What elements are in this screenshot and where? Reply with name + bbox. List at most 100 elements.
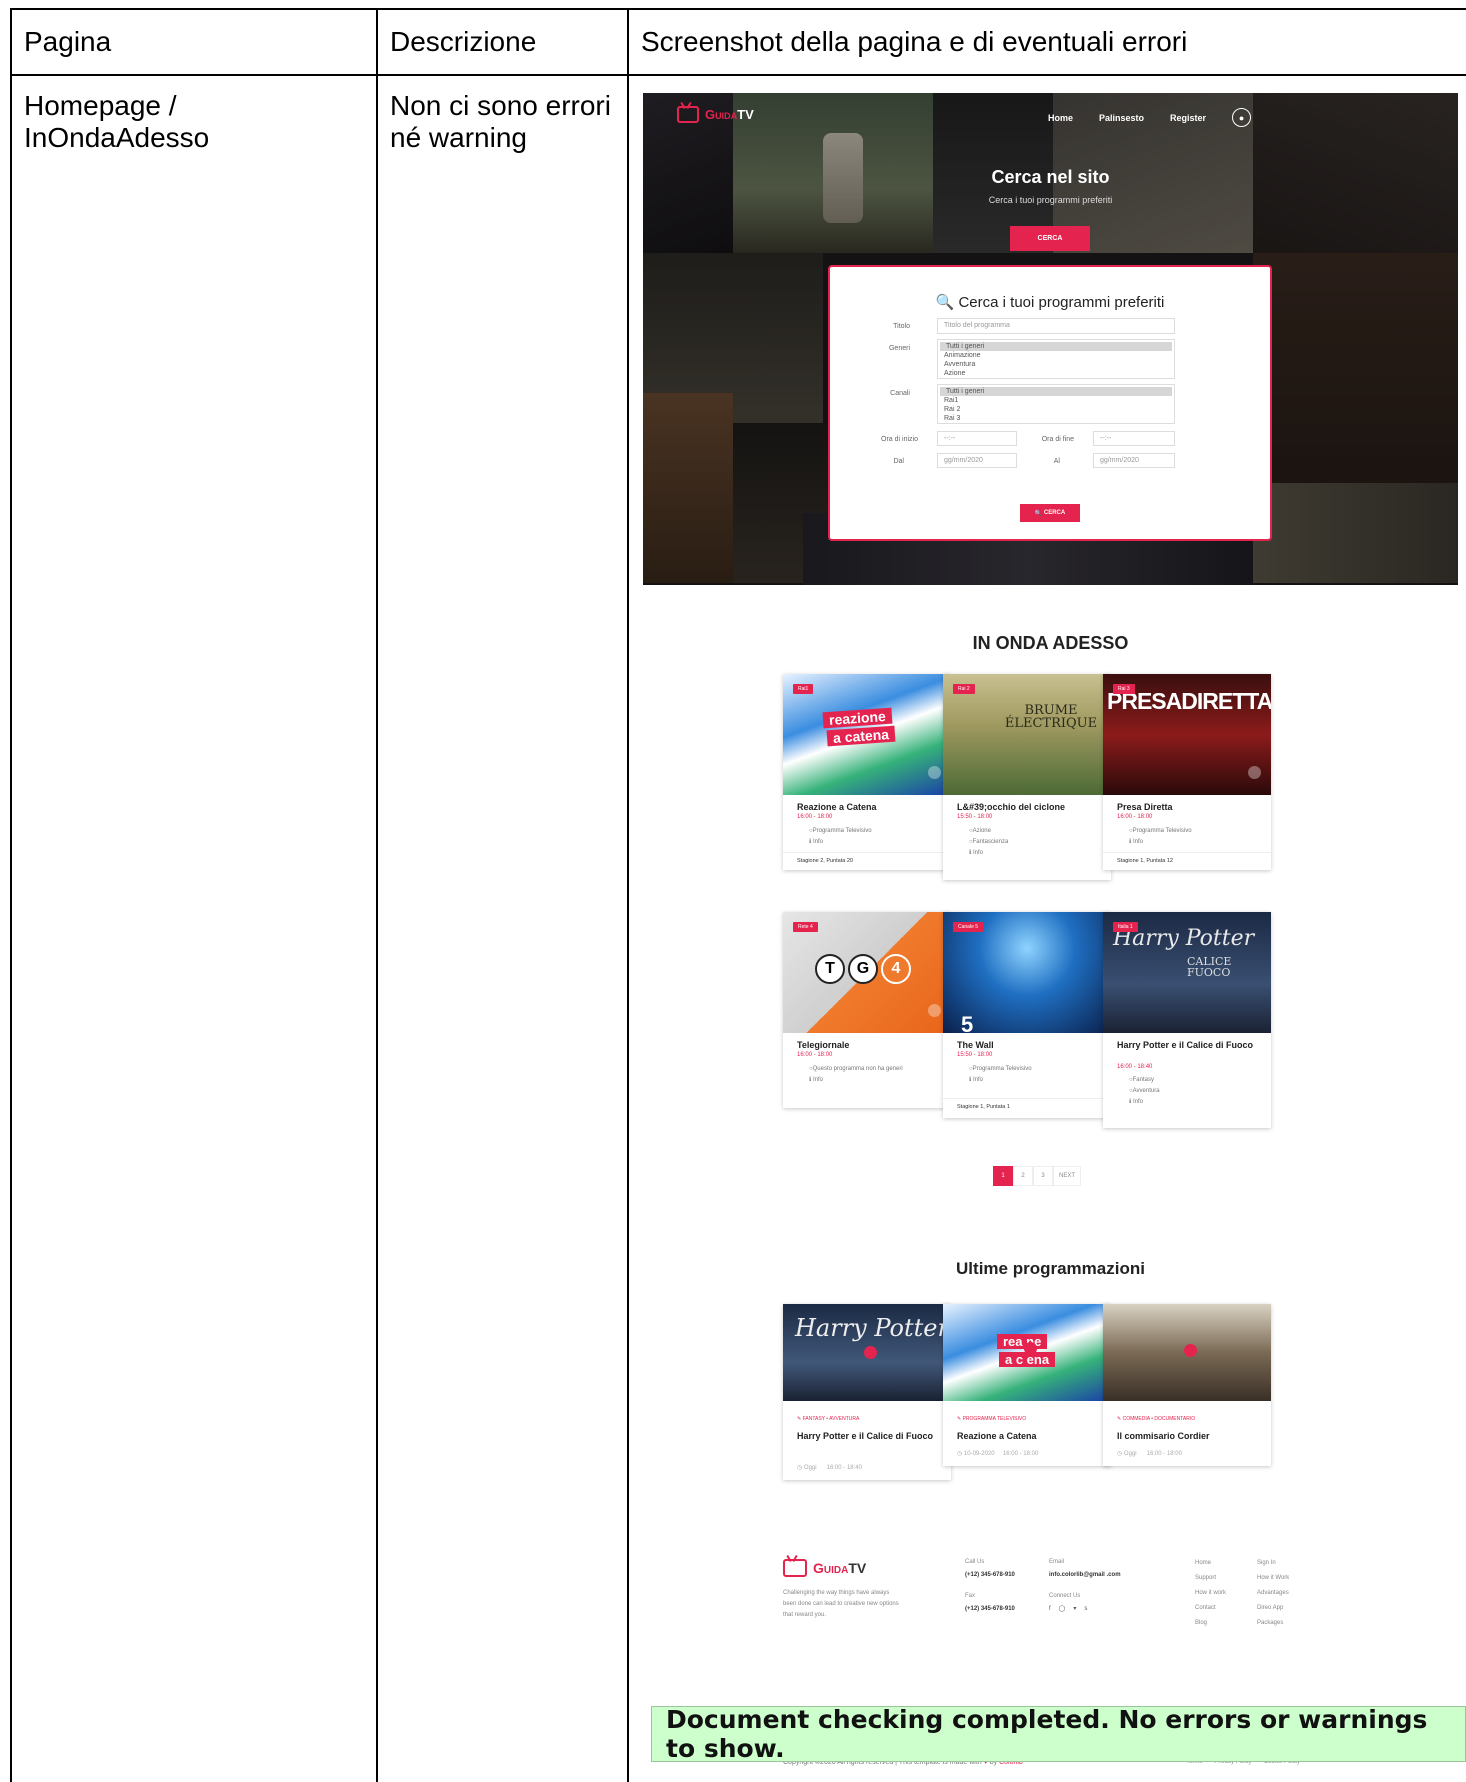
program-card[interactable]: Harry Potter CALICE FUOCO Italia 1 Harry … (1103, 912, 1271, 1128)
user-icon[interactable]: ● (1232, 108, 1252, 127)
genre-option[interactable]: Avventura (938, 360, 1174, 369)
program-card[interactable]: 5 Canale 5 The Wall 15:50 - 18:00 ○Progr… (943, 912, 1111, 1118)
latest-card[interactable]: Harry Potter ✎ FANTASY • AVVENTURA Harry… (783, 1304, 951, 1480)
end-time-label: Ora di fine (1041, 436, 1074, 443)
to-date-input[interactable]: gg/mm/2020 (1093, 453, 1175, 468)
page-next[interactable]: NEXT (1053, 1166, 1082, 1186)
cell-description: Non ci sono errori né warning (390, 90, 611, 153)
channel-option[interactable]: Rai1 (938, 396, 1174, 405)
table-column-divider-2 (627, 8, 629, 1782)
zoom-icon[interactable] (1248, 766, 1261, 779)
latest-category: ✎ PROGRAMMA TELEVISIVO (957, 1416, 1027, 1422)
zoom-icon[interactable] (928, 766, 941, 779)
footer-link[interactable]: Support (1195, 1571, 1226, 1586)
footer-link[interactable]: How it Work (1257, 1571, 1289, 1586)
zoom-icon[interactable] (928, 1004, 941, 1017)
footer-link[interactable]: Advantages (1257, 1586, 1289, 1601)
footer-email: Email info.colorlib@gmail .com Connect U… (1049, 1556, 1121, 1616)
program-meta: ○Programma Televisivo ℹ Info (809, 828, 872, 845)
channel-badge: Rai 2 (953, 684, 975, 694)
footer-link[interactable]: Sign In (1257, 1556, 1289, 1571)
footer-link[interactable]: Blog (1195, 1616, 1226, 1631)
latest-title: Ultime programmazioni (956, 1259, 1145, 1278)
title-label: Titolo (893, 323, 910, 330)
footer-logo-text-tv: TV (848, 1560, 867, 1576)
channel-option[interactable]: Tutti i generi (940, 387, 1172, 396)
site-logo[interactable]: Guida TV (677, 106, 754, 123)
genre-option[interactable]: Tutti i generi (940, 342, 1172, 351)
program-time: 16:00 - 18:40 (1117, 1064, 1153, 1070)
program-meta: ○Programma Televisivo ℹ Info (1129, 828, 1192, 845)
table-border-left (10, 8, 12, 1782)
program-title: L&#39;occhio del ciclone (957, 802, 1066, 812)
program-card[interactable]: PRESADIRETTA Rai 3 Presa Diretta 16:00 -… (1103, 674, 1271, 870)
tv-icon (783, 1559, 807, 1577)
cell-page-name: Homepage / InOndaAdesso (24, 90, 210, 153)
program-time: 15:50 - 18:00 (957, 814, 993, 820)
table-border-top (10, 8, 1466, 10)
zoom-icon[interactable] (1184, 1344, 1197, 1357)
search-form: 🔍 Cerca i tuoi programmi preferiti Titol… (828, 265, 1272, 541)
channel-badge: Canale 5 (953, 922, 984, 932)
nav-home[interactable]: Home (1048, 113, 1073, 123)
end-time-input[interactable]: --:-- (1093, 431, 1175, 446)
program-card[interactable]: BRUME ÉLECTRIQUE Rai 2 L&#39;occhio del c… (943, 674, 1111, 880)
latest-image: rea ne a c ena (943, 1304, 1111, 1401)
logo-text-guida: Guida (705, 107, 738, 122)
facebook-icon[interactable]: f (1049, 1606, 1059, 1612)
program-card[interactable]: reazione a catena Rai1 Reazione a Catena… (783, 674, 951, 870)
latest-category: ✎ FANTASY • AVVENTURA (797, 1416, 860, 1422)
skype-icon[interactable]: s (1084, 1606, 1095, 1612)
footer-logo-text-guida: Guida (813, 1560, 849, 1576)
footer-call: Call Us (+12) 345-678-910 Fax (+12) 345-… (965, 1559, 1015, 1612)
page-3[interactable]: 3 (1033, 1166, 1053, 1186)
channel-option[interactable]: Rai 3 (938, 414, 1174, 423)
genre-option[interactable]: Azione (938, 369, 1174, 378)
program-time: 16:00 - 18:00 (1117, 814, 1153, 820)
page-1[interactable]: 1 (993, 1166, 1013, 1186)
program-meta: ○Questo programma non ha generi ℹ Info (809, 1066, 903, 1083)
footer-logo[interactable]: Guida TV (783, 1559, 866, 1577)
channels-label: Canali (890, 390, 910, 397)
search-submit-label: CERCA (1043, 510, 1066, 516)
program-card[interactable]: T G 4 Rete 4 Telegiornale 16:00 - 18:00 … (783, 912, 951, 1108)
genres-select[interactable]: Tutti i generi Animazione Avventura Azio… (937, 339, 1175, 379)
on-air-title: IN ONDA ADESSO (972, 633, 1129, 653)
zoom-icon[interactable] (1024, 1342, 1037, 1355)
table-header-divider (10, 74, 1466, 76)
to-date-label: Al (1053, 458, 1060, 465)
latest-program-title: Il commisario Cordier (1117, 1431, 1210, 1441)
genre-option[interactable]: Animazione (938, 351, 1174, 360)
nav-register[interactable]: Register (1170, 113, 1206, 123)
title-input[interactable]: Titolo del programma (937, 318, 1175, 334)
program-episode: Stagione 1, Puntata 12 (1103, 852, 1271, 870)
social-icons[interactable]: f◯▾s (1049, 1603, 1121, 1616)
program-episode: Stagione 2, Puntata 20 (783, 852, 951, 870)
footer-link[interactable]: How it work (1195, 1586, 1226, 1601)
zoom-icon[interactable] (864, 1346, 877, 1359)
footer-link[interactable]: Contact (1195, 1601, 1226, 1616)
latest-card[interactable]: ✎ COMMEDIA • DOCUMENTARIO Il commisario … (1103, 1304, 1271, 1466)
program-meta: ○Azione ○Fantascienza ℹ Info (969, 828, 1009, 856)
start-time-input[interactable]: --:-- (937, 431, 1017, 446)
hero-search-button[interactable]: CERCA (1010, 226, 1090, 251)
channel-option[interactable]: Rai 2 (938, 405, 1174, 414)
footer-link[interactable]: Direo App (1257, 1601, 1289, 1616)
twitter-icon[interactable]: ▾ (1073, 1606, 1084, 1612)
footer-email-link[interactable]: info.colorlib@gmail .com (1049, 1572, 1121, 1578)
search-icon: 🔍 (935, 294, 955, 311)
channels-select[interactable]: Tutti i generi Rai1 Rai 2 Rai 3 (937, 384, 1175, 424)
footer-link[interactable]: Home (1195, 1556, 1226, 1571)
program-time: 16:00 - 18:00 (797, 814, 833, 820)
instagram-icon[interactable]: ◯ (1059, 1606, 1074, 1612)
hero-subtitle: Cerca i tuoi programmi preferiti (988, 195, 1113, 205)
footer-link[interactable]: Packages (1257, 1616, 1289, 1631)
nav-palinsesto[interactable]: Palinsesto (1099, 113, 1144, 123)
hero-title: Cerca nel sito (991, 167, 1110, 187)
search-form-title: 🔍 Cerca i tuoi programmi preferiti (830, 293, 1270, 311)
channel-badge: Italia 1 (1113, 922, 1138, 932)
search-submit-button[interactable]: 🔍 CERCA (1020, 504, 1080, 522)
page-2[interactable]: 2 (1013, 1166, 1033, 1186)
latest-card[interactable]: rea ne a c ena ✎ PROGRAMMA TELEVISIVO Re… (943, 1304, 1111, 1466)
program-meta: ○Programma Televisivo ℹ Info (969, 1066, 1032, 1083)
